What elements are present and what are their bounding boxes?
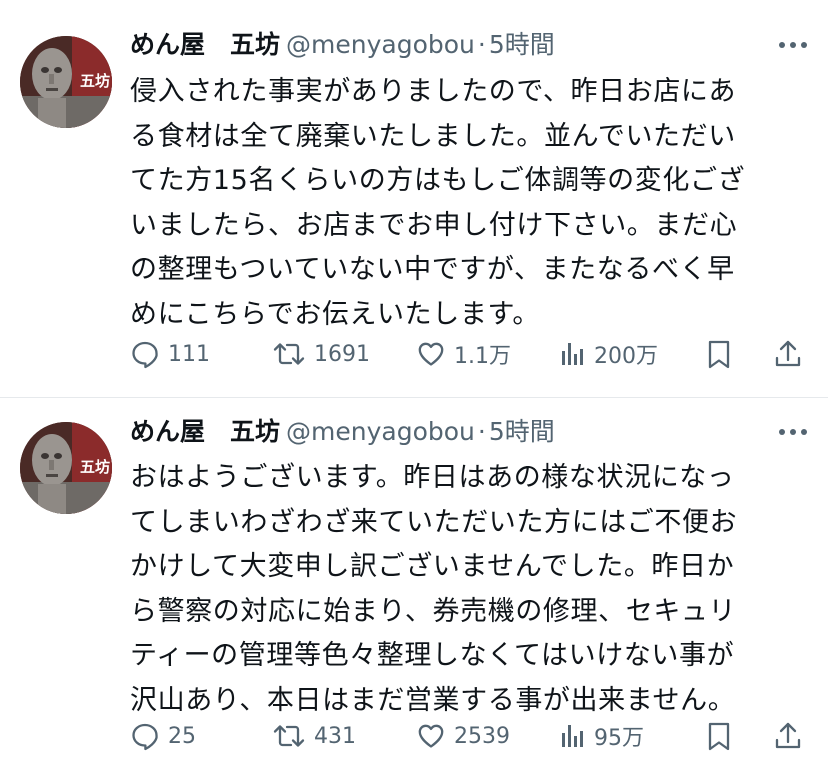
tweet-text: おはようございます。昨日はあの様な状況になっ てしまいわざわざ来ていただいた方に… (130, 462, 738, 716)
reply-count: 25 (168, 723, 196, 749)
like-count: 2539 (454, 723, 510, 749)
bookmark-button[interactable] (704, 716, 734, 756)
avatar-sign-text: 五坊 (80, 72, 110, 90)
speech-bubble-icon (132, 723, 158, 751)
speech-bubble-icon (132, 341, 158, 369)
share-button[interactable] (772, 716, 804, 756)
share-upload-icon (775, 340, 801, 367)
like-button[interactable]: 2539 (416, 716, 510, 756)
view-count: 200万 (594, 344, 658, 369)
views-button[interactable]: 95万 (560, 716, 644, 756)
tweet-2[interactable]: 五坊 めん屋 五坊 @menyagobou · 5時間 おはようございます。昨日… (0, 398, 828, 782)
bookmark-icon (708, 340, 730, 369)
retweet-count: 1691 (314, 341, 370, 367)
author-name[interactable]: めん屋 五坊 (130, 28, 280, 62)
retweet-count: 431 (314, 723, 356, 749)
separator-dot: · (477, 30, 486, 59)
reply-button[interactable]: 25 (130, 716, 196, 756)
timestamp[interactable]: 5時間 (489, 415, 555, 449)
avatar-image: 五坊 (20, 36, 112, 128)
views-button[interactable]: 200万 (560, 334, 658, 374)
avatar[interactable]: 五坊 (20, 36, 112, 128)
bookmark-icon (708, 722, 730, 751)
tweet-header: めん屋 五坊 @menyagobou · 5時間 (130, 415, 788, 449)
timestamp[interactable]: 5時間 (489, 28, 555, 62)
author-handle[interactable]: @menyagobou (286, 28, 475, 62)
avatar[interactable]: 五坊 (20, 422, 112, 514)
tweet-text: 侵入された事実がありましたので、昨日お店にあ る食材は全て廃棄いたしました。並ん… (130, 76, 746, 330)
avatar-sign-text: 五坊 (80, 458, 110, 476)
tweet-header: めん屋 五坊 @menyagobou · 5時間 (130, 28, 788, 62)
retweet-button[interactable]: 431 (272, 716, 356, 756)
bar-chart-icon (562, 725, 583, 747)
like-button[interactable]: 1.1万 (416, 334, 511, 374)
reply-button[interactable]: 111 (130, 334, 210, 374)
retweet-arrows-icon (273, 343, 305, 365)
tweet-1[interactable]: 五坊 めん屋 五坊 @menyagobou · 5時間 侵入された事実がありまし… (0, 0, 828, 398)
separator-dot: · (477, 417, 486, 446)
author-name[interactable]: めん屋 五坊 (130, 415, 280, 449)
retweet-arrows-icon (273, 725, 305, 747)
author-handle[interactable]: @menyagobou (286, 415, 475, 449)
heart-icon (418, 342, 444, 366)
bookmark-button[interactable] (704, 334, 734, 374)
retweet-button[interactable]: 1691 (272, 334, 370, 374)
more-dots-icon[interactable] (778, 30, 808, 60)
action-bar: 25 431 2539 95万 (130, 716, 808, 756)
like-count: 1.1万 (454, 344, 511, 369)
heart-icon (418, 724, 444, 748)
more-dots-icon[interactable] (778, 417, 808, 447)
action-bar: 111 1691 1.1万 200万 (130, 334, 808, 374)
reply-count: 111 (168, 341, 210, 367)
share-upload-icon (775, 722, 801, 749)
bar-chart-icon (562, 343, 583, 365)
share-button[interactable] (772, 334, 804, 374)
view-count: 95万 (594, 726, 644, 751)
avatar-image: 五坊 (20, 422, 112, 514)
